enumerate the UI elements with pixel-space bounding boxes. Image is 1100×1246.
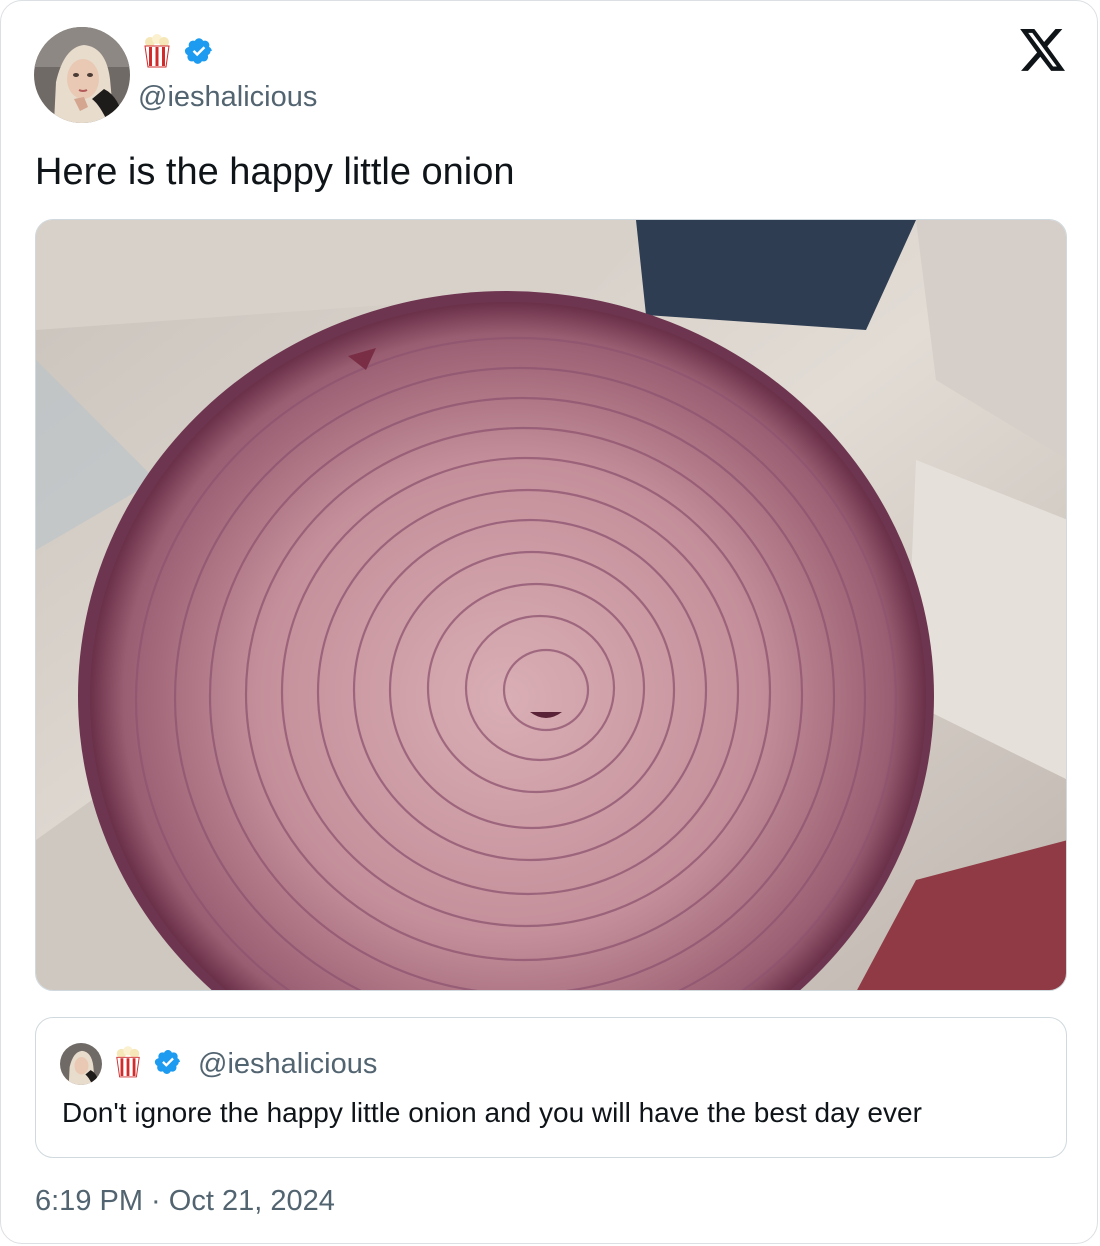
author-avatar[interactable] [34,27,130,123]
verified-badge-icon [184,36,214,71]
quoted-author-handle: @ieshalicious [198,1047,378,1080]
author-handle[interactable]: @ieshalicious [138,79,317,115]
tweet-timestamp[interactable]: 6:19 PM · Oct 21, 2024 [35,1181,335,1221]
popcorn-icon [142,33,172,73]
quoted-tweet[interactable]: @ieshalicious Don't ignore the happy lit… [35,1017,1067,1158]
popcorn-icon [114,1045,142,1083]
tweet-card: @ieshalicious Here is the happy little o… [0,0,1098,1244]
author-name-row[interactable] [142,33,214,73]
x-logo-icon[interactable] [1019,29,1067,73]
quoted-tweet-header: @ieshalicious [60,1042,377,1086]
tweet-text: Here is the happy little onion [35,151,515,193]
quoted-author-avatar [60,1043,102,1085]
tweet-media-image[interactable] [35,219,1067,991]
verified-badge-icon [154,1048,182,1081]
quoted-tweet-text: Don't ignore the happy little onion and … [62,1097,922,1128]
